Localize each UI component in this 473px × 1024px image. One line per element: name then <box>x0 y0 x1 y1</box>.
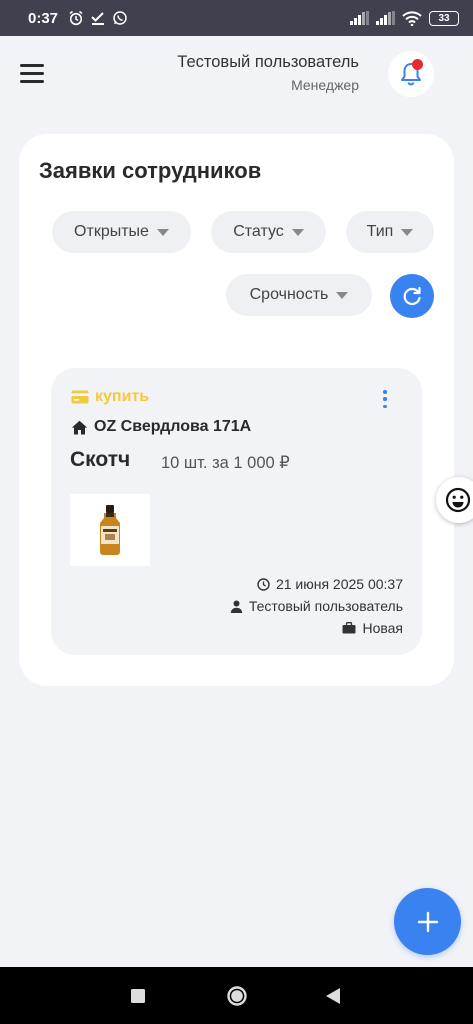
notification-dot <box>412 59 423 70</box>
refresh-icon <box>403 286 421 306</box>
filter-urgency[interactable]: Срочность <box>226 274 372 316</box>
signal-icon <box>350 11 369 25</box>
request-store: OZ Свердлова 171А <box>71 418 251 436</box>
chevron-down-icon <box>336 291 349 299</box>
filter-type[interactable]: Тип <box>346 211 434 253</box>
filter-type-label: Тип <box>366 223 394 240</box>
status-time: 0:37 <box>28 9 59 27</box>
clock-icon <box>257 577 270 591</box>
whatsapp-icon <box>113 11 127 25</box>
user-role: Менеджер <box>291 77 359 93</box>
request-author-label: Тестовый пользователь <box>248 598 403 614</box>
chevron-down-icon <box>401 228 414 236</box>
request-status-label: Новая <box>362 620 403 636</box>
system-nav-bar <box>0 967 473 1024</box>
notifications-button[interactable] <box>388 51 434 97</box>
user-name: Тестовый пользователь <box>177 53 359 71</box>
status-bar: 0:37 33 <box>0 0 473 36</box>
add-request-button[interactable] <box>394 888 461 955</box>
alarm-icon <box>69 10 83 26</box>
person-icon <box>230 600 243 613</box>
nav-back-button[interactable] <box>303 967 363 1024</box>
page-title: Заявки сотрудников <box>39 158 262 183</box>
item-photo[interactable] <box>70 494 150 566</box>
home-icon <box>71 420 88 434</box>
notification-icons <box>68 10 128 26</box>
request-author: Тестовый пользователь <box>230 598 403 614</box>
smiley-icon <box>445 487 471 513</box>
chevron-down-icon <box>291 228 304 236</box>
nav-home-button[interactable] <box>207 967 267 1024</box>
requests-panel: Заявки сотрудников Открытые Статус Тип С… <box>19 134 454 686</box>
filter-open[interactable]: Открытые <box>52 211 191 253</box>
chevron-down-icon <box>156 228 169 236</box>
battery-icon: 33 <box>429 10 459 26</box>
request-type-label: купить <box>95 388 150 405</box>
request-type: купить <box>71 388 149 406</box>
request-status: Новая <box>342 620 403 636</box>
bottle-image <box>100 505 120 555</box>
more-vert-icon <box>383 390 387 394</box>
square-icon <box>131 988 145 1003</box>
menu-button[interactable] <box>20 64 48 86</box>
request-store-name: OZ Свердлова 171А <box>94 418 252 435</box>
request-card[interactable]: купить OZ Свердлова 171А Скотч 10 шт. за… <box>51 368 422 655</box>
credit-card-icon <box>71 390 89 404</box>
filter-status-label: Статус <box>233 223 284 240</box>
refresh-button[interactable] <box>390 274 434 318</box>
plus-icon <box>417 911 438 932</box>
wifi-icon <box>402 10 422 26</box>
request-item-name: Скотч <box>70 448 131 471</box>
hamburger-icon <box>20 64 44 67</box>
filter-open-label: Открытые <box>74 223 149 240</box>
signal-icon <box>376 11 395 25</box>
circle-icon <box>227 985 247 1006</box>
system-icons: 33 <box>350 10 459 26</box>
filter-status[interactable]: Статус <box>211 211 326 253</box>
back-triangle-icon <box>326 987 340 1004</box>
briefcase-icon <box>342 622 356 634</box>
more-options-button[interactable] <box>381 390 389 408</box>
filter-urgency-label: Срочность <box>249 286 329 303</box>
request-quantity-price: 10 шт. за 1 000 ₽ <box>161 454 290 472</box>
request-datetime-label: 21 июня 2025 00:37 <box>275 576 403 592</box>
request-datetime: 21 июня 2025 00:37 <box>257 576 403 592</box>
check-download-icon <box>91 12 105 25</box>
app-header: Тестовый пользователь Менеджер <box>0 36 473 116</box>
nav-recents-button[interactable] <box>108 967 168 1024</box>
